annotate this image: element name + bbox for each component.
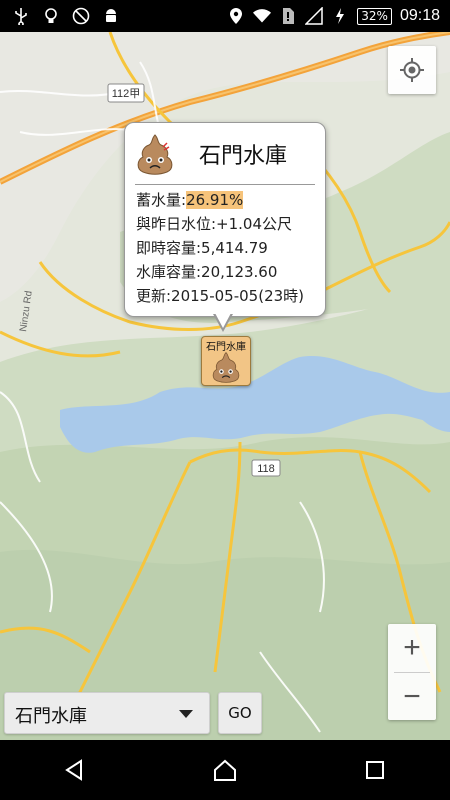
zoom-out-button[interactable]: − <box>388 673 436 721</box>
sim-icon <box>279 7 297 25</box>
battery-level: 32% <box>357 7 392 25</box>
back-button[interactable] <box>45 740 105 800</box>
info-window-tail-inner <box>215 313 231 328</box>
zoom-controls: + − <box>388 624 436 720</box>
go-button[interactable]: GO <box>218 692 262 734</box>
location-icon <box>227 7 245 25</box>
android-icon <box>102 7 120 25</box>
navigation-bar <box>0 740 450 800</box>
lightbulb-icon <box>42 7 60 25</box>
reservoir-marker[interactable]: 石門水庫 <box>201 336 251 386</box>
zoom-in-button[interactable]: + <box>388 624 436 672</box>
storage-row: 蓄水量:26.91% <box>136 188 304 212</box>
info-window-title: 石門水庫 <box>199 144 288 169</box>
reservoir-select-value: 石門水庫 <box>15 706 87 727</box>
home-icon <box>214 759 236 781</box>
back-triangle-icon <box>65 759 82 781</box>
recents-square-icon <box>366 761 384 779</box>
my-location-button[interactable] <box>388 46 436 94</box>
status-bar: 32% 09:18 <box>0 0 450 32</box>
recents-button[interactable] <box>345 740 405 800</box>
road-label-112: 112甲 <box>112 88 141 100</box>
poop-face-icon <box>137 134 173 175</box>
level-change-row: 與昨日水位:+1.04公尺 <box>136 215 293 233</box>
total-capacity-row: 水庫容量:20,123.60 <box>136 263 278 281</box>
storage-value: 26.91% <box>186 191 244 209</box>
no-ads-icon <box>72 7 90 25</box>
wifi-icon <box>253 7 272 25</box>
updated-row: 更新:2015-05-05(23時) <box>136 287 305 305</box>
marker-poop-face-icon <box>212 351 240 383</box>
home-button[interactable] <box>195 740 255 800</box>
storage-label: 蓄水量: <box>136 191 187 209</box>
usb-icon <box>12 7 30 25</box>
clock: 09:18 <box>399 7 440 24</box>
reservoir-info-window[interactable]: 石門水庫 蓄水量:26.91% 與昨日水位:+1.04公尺 即時容量:5,414… <box>124 122 326 317</box>
road-label-118: 118 <box>257 463 275 475</box>
current-capacity-row: 即時容量:5,414.79 <box>136 239 268 257</box>
crosshair-icon <box>400 58 424 82</box>
signal-icon <box>305 7 324 25</box>
battery-charging-icon <box>331 7 349 25</box>
info-window-divider <box>135 184 315 185</box>
dropdown-arrow-icon <box>179 710 193 718</box>
reservoir-select[interactable]: 石門水庫 <box>4 692 210 734</box>
